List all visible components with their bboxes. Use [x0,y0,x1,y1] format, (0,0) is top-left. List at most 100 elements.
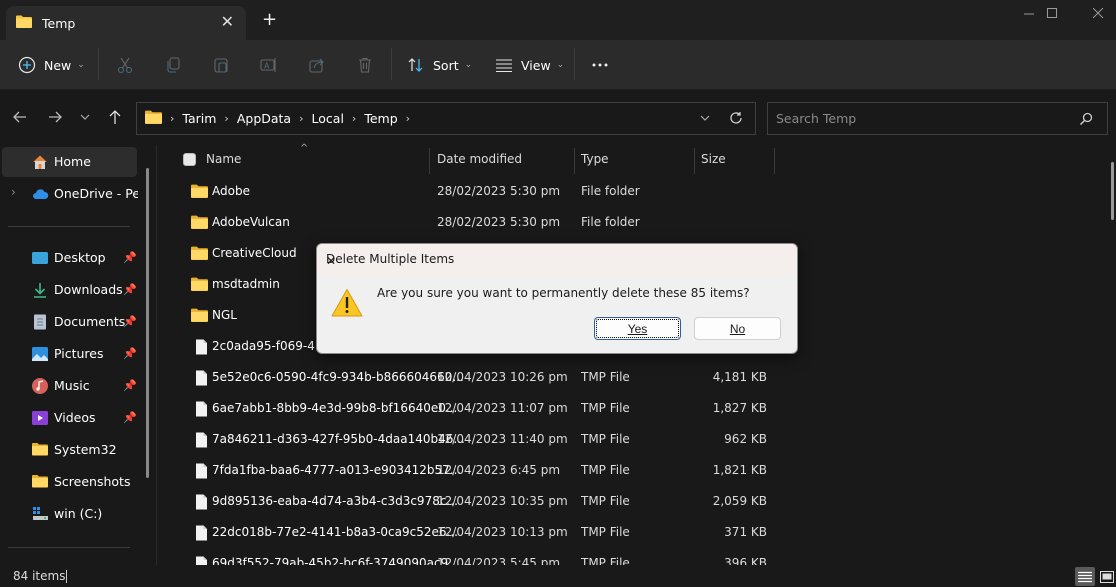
pin-icon[interactable]: 📌 [123,411,137,424]
sidebar-item-documents[interactable]: Documents 📌 [2,307,137,337]
new-tab-button[interactable]: + [262,10,277,30]
sidebar-item-screenshots[interactable]: Screenshots [2,467,137,497]
search-box[interactable] [767,102,1108,135]
folder-icon [32,474,48,490]
paste-button[interactable] [212,52,230,78]
chevron-down-icon: ⌄ [556,60,565,70]
file-date: 12/04/2023 11:40 pm [437,432,568,446]
pin-icon[interactable]: 📌 [123,251,137,264]
paste-icon [214,58,228,73]
chevron-right-icon[interactable]: › [11,185,16,199]
add-circle-icon [18,56,36,74]
column-header-name[interactable]: Name [206,152,241,166]
file-row[interactable]: 5e52e0c6-0590-4fc9-934b-b866604660... 12/… [160,362,800,393]
close-icon [1092,7,1103,18]
file-row[interactable]: Adobe 28/02/2023 5:30 pm File folder [160,176,800,207]
column-header-date[interactable]: Date modified [437,152,522,166]
share-button[interactable] [308,52,326,78]
file-row[interactable]: 22dc018b-77e2-4141-b8a3-0ca9c52e6... 12/0… [160,517,800,548]
svg-text:A: A [264,62,270,71]
pin-icon[interactable]: 📌 [123,347,137,360]
address-bar[interactable]: › Tarim › AppData › Local › Temp › [136,102,756,135]
up-button[interactable] [107,109,123,129]
column-divider[interactable] [429,148,430,174]
videos-icon [32,410,48,426]
sidebar-item-system32[interactable]: System32 [2,435,137,465]
cut-button[interactable] [116,52,134,78]
pin-icon[interactable]: 📌 [123,283,137,296]
recent-locations-button[interactable] [79,109,91,129]
breadcrumb-local[interactable]: Local [312,111,344,126]
column-header-size[interactable]: Size [701,152,726,166]
column-divider[interactable] [574,148,575,174]
column-header-type[interactable]: Type [581,152,609,166]
sidebar-item-music[interactable]: Music 📌 [2,371,137,401]
pin-icon[interactable]: 📌 [123,379,137,392]
address-history-button[interactable] [699,112,711,127]
breadcrumb-separator-icon[interactable]: › [299,112,303,125]
view-button[interactable]: View ⌄ [495,52,564,78]
onedrive-icon [32,186,49,202]
documents-icon [32,314,48,330]
tab-temp[interactable]: Temp ✕ [6,6,246,40]
file-row[interactable]: AdobeVulcan 28/02/2023 5:30 pm File folder [160,207,800,238]
new-button[interactable]: New ⌄ [18,52,85,78]
pictures-icon [32,346,48,362]
rename-button[interactable]: A [260,52,278,78]
more-options-button[interactable] [591,52,609,78]
new-label: New [44,57,72,73]
file-date: 12/04/2023 10:35 pm [437,494,568,508]
breadcrumb-separator-icon[interactable]: › [352,112,356,125]
details-view-button[interactable] [1075,567,1095,586]
dialog-close-button[interactable]: ✕ [326,252,789,270]
delete-icon [359,57,371,73]
breadcrumb-separator-icon[interactable]: › [224,112,228,125]
sidebar-item-downloads[interactable]: Downloads 📌 [2,275,137,305]
close-window-button[interactable] [1075,0,1116,26]
close-tab-icon[interactable]: ✕ [221,13,234,31]
breadcrumb-appdata[interactable]: AppData [237,111,291,126]
column-divider[interactable] [774,148,775,174]
sidebar-item-home[interactable]: Home [2,147,137,177]
column-divider[interactable] [694,148,695,174]
drive-icon [32,506,48,522]
file-row[interactable]: 7a846211-d363-427f-95b0-4daa140b46... 12/… [160,424,800,455]
file-list-scrollbar[interactable] [1111,162,1114,220]
breadcrumb-temp[interactable]: Temp [364,111,397,126]
sidebar-item-pictures[interactable]: Pictures 📌 [2,339,137,369]
file-row[interactable]: 6ae7abb1-8bb9-4e3d-99b8-bf16640e0... 12/0… [160,393,800,424]
pin-icon[interactable]: 📌 [123,315,137,328]
copy-button[interactable] [164,52,182,78]
breadcrumb-tarim[interactable]: Tarim [182,111,216,126]
tiles-view-icon [1100,570,1114,583]
pane-divider[interactable] [156,145,157,565]
sidebar-item-onedrive[interactable]: › OneDrive - Personal [2,179,138,209]
tiles-view-button[interactable] [1097,567,1116,586]
search-input[interactable] [776,111,1066,126]
search-icon[interactable] [1079,112,1093,129]
sidebar-item-videos[interactable]: Videos 📌 [2,403,137,433]
file-name: Adobe [212,184,250,198]
breadcrumb-separator-icon[interactable]: › [406,112,410,125]
yes-button[interactable]: Yes [594,317,681,340]
sort-label: Sort [433,57,459,73]
forward-button[interactable] [47,109,63,129]
maximize-button[interactable] [1029,0,1075,26]
sidebar-scrollbar[interactable] [146,168,149,478]
file-size: 1,827 KB [712,401,767,415]
file-row[interactable]: 9d895136-eaba-4d74-a3b4-c3d3c978c... 12/0… [160,486,800,517]
sidebar-item-label: OneDrive - Personal [54,186,138,201]
sort-button[interactable]: Sort ⌄ [407,52,472,78]
file-row[interactable]: 7fda1fba-baa6-4777-a013-e903412b57... 12/… [160,455,800,486]
delete-button[interactable] [356,52,374,78]
copy-icon [167,57,180,73]
sidebar-item-desktop[interactable]: Desktop 📌 [2,243,137,273]
sidebar-item-drive-c[interactable]: win (C:) [2,499,137,529]
command-bar: New ⌄ A Sort ⌄ View ⌄ [0,40,1116,90]
dialog-title-bar: Delete Multiple Items ✕ [317,244,797,276]
status-divider [66,570,67,583]
no-button[interactable]: No [694,317,781,340]
breadcrumb-separator-icon[interactable]: › [170,112,174,125]
back-button[interactable] [12,109,28,129]
refresh-button[interactable] [729,111,743,128]
